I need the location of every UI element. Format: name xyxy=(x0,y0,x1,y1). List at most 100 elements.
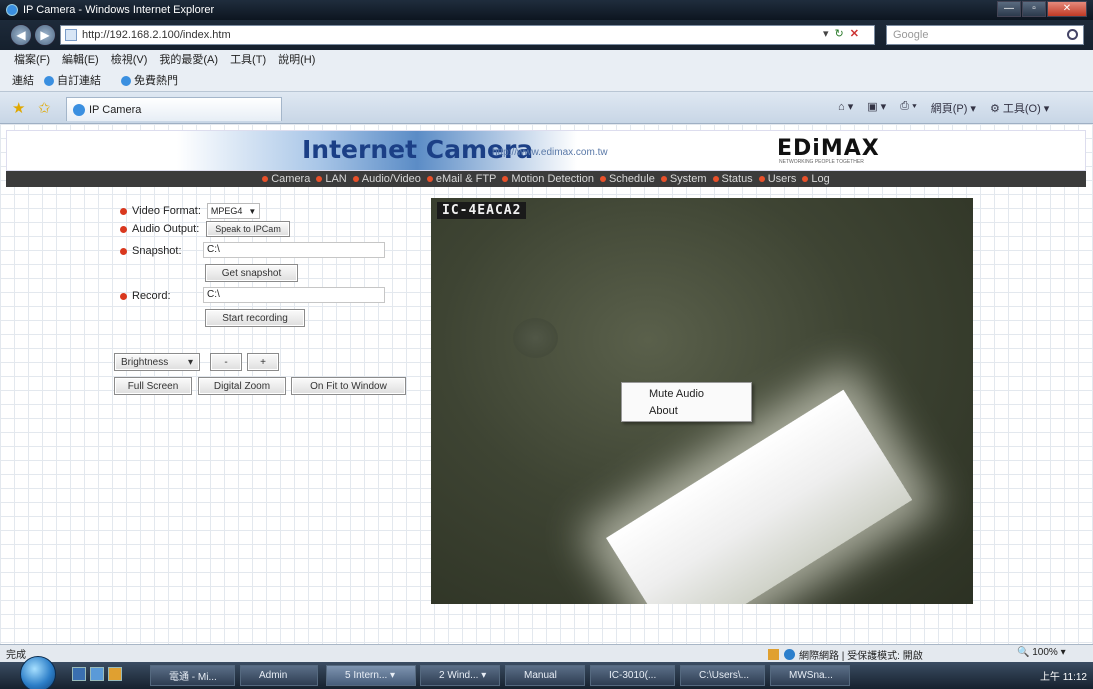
audio-output-row: Audio Output: Speak to IPCam xyxy=(120,221,290,237)
bullet-icon xyxy=(120,207,127,215)
decrease-button[interactable]: - xyxy=(210,353,242,371)
ie-icon xyxy=(6,4,18,16)
favorites-star-icon[interactable]: ★ xyxy=(12,99,25,117)
link-custom[interactable]: 自訂連結 xyxy=(44,72,111,88)
edimax-logo: EDiMAX xyxy=(777,136,880,161)
taskbar-item-admin[interactable]: Admin xyxy=(240,665,318,686)
menu-item-mute-audio[interactable]: Mute Audio xyxy=(622,386,751,403)
bullet-icon xyxy=(120,247,127,255)
main-nav: Camera LAN Audio/Video eMail & FTP Motio… xyxy=(6,171,1086,187)
bullet-icon xyxy=(262,176,269,182)
nav-users[interactable]: Users xyxy=(758,173,796,185)
ie-icon xyxy=(44,75,54,86)
snapshot-path-field[interactable]: C:\ xyxy=(203,242,385,258)
menu-view[interactable]: 檢視(V) xyxy=(111,51,148,67)
minimize-button[interactable]: — xyxy=(997,1,1021,17)
video-format-row: Video Format: MPEG4 ▼ xyxy=(120,203,261,219)
nav-system[interactable]: System xyxy=(660,173,707,185)
menu-favorites[interactable]: 我的最愛(A) xyxy=(159,51,218,67)
taskbar-item-windows[interactable]: 2 Wind... ▾ xyxy=(420,665,500,686)
maximize-button[interactable]: ▫ xyxy=(1022,1,1046,17)
nav-audio-video[interactable]: Audio/Video xyxy=(352,173,421,185)
taskbar-item-ie[interactable]: 5 Intern... ▾ xyxy=(326,665,416,686)
nav-log[interactable]: Log xyxy=(802,173,830,185)
status-text: 完成 xyxy=(6,650,26,661)
taskbar-item-ic3010[interactable]: IC-3010(... xyxy=(590,665,675,686)
fit-to-window-button[interactable]: On Fit to Window xyxy=(291,377,406,395)
forward-button[interactable]: ▶ xyxy=(34,24,56,46)
start-button[interactable] xyxy=(20,656,56,689)
menu-file[interactable]: 檔案(F) xyxy=(14,51,50,67)
taskbar-item-mail[interactable]: 電通 - Mi... xyxy=(150,665,235,686)
speak-to-ipcam-button[interactable]: Speak to IPCam xyxy=(206,221,290,237)
address-tools: ▾ ↻ ✕ xyxy=(823,27,859,40)
link-free[interactable]: 免費熱門 xyxy=(121,72,188,88)
nav-motion-detection[interactable]: Motion Detection xyxy=(502,173,594,185)
bullet-icon xyxy=(712,176,719,182)
quick-launch-icon[interactable] xyxy=(108,667,122,681)
show-desktop-icon[interactable] xyxy=(72,667,86,681)
print-button[interactable]: ⎙ ▾ xyxy=(900,100,916,116)
video-format-select[interactable]: MPEG4 ▼ xyxy=(206,203,261,219)
zoom-level[interactable]: 🔍 100% ▾ xyxy=(1017,647,1066,658)
bullet-icon xyxy=(758,176,765,182)
bullet-icon xyxy=(802,176,809,182)
nav-schedule[interactable]: Schedule xyxy=(599,173,655,185)
digital-zoom-button[interactable]: Digital Zoom xyxy=(198,377,286,395)
nav-email-ftp[interactable]: eMail & FTP xyxy=(426,173,496,185)
address-toolbar: ◀ ▶ http://192.168.2.100/index.htm ▾ ↻ ✕… xyxy=(0,20,1093,50)
page-menu-button[interactable]: 網頁(P) ▾ xyxy=(931,100,976,116)
nav-lan[interactable]: LAN xyxy=(316,173,347,185)
taskbar-item-mwsnap[interactable]: MWSna... xyxy=(770,665,850,686)
audio-output-label: Audio Output: xyxy=(132,223,200,235)
tools-menu-button[interactable]: ⚙ 工具(O) ▾ xyxy=(990,100,1049,116)
menu-item-about[interactable]: About xyxy=(622,403,751,420)
nav-status[interactable]: Status xyxy=(712,173,753,185)
camera-banner: Internet Camera http://www.edimax.com.tw… xyxy=(6,130,1086,171)
search-icon[interactable] xyxy=(1067,29,1078,40)
bullet-icon xyxy=(352,176,359,182)
home-button[interactable]: ⌂ ▾ xyxy=(838,100,853,116)
video-artifact xyxy=(513,318,558,358)
menu-tools[interactable]: 工具(T) xyxy=(230,51,266,67)
bullet-icon xyxy=(316,176,323,182)
banner-url[interactable]: http://www.edimax.com.tw xyxy=(492,147,608,158)
menu-bar: 檔案(F) 編輯(E) 檢視(V) 我的最愛(A) 工具(T) 說明(H) xyxy=(0,50,1093,68)
clock[interactable]: 上午 11:12 xyxy=(1040,668,1087,683)
tab-label: IP Camera xyxy=(89,103,142,116)
status-bar: 完成 網際網路 | 受保護模式: 開啟 🔍 100% ▾ xyxy=(0,644,1093,662)
bullet-icon xyxy=(599,176,606,182)
zone-text: 網際網路 | 受保護模式: 開啟 xyxy=(799,651,923,662)
security-zone[interactable]: 網際網路 | 受保護模式: 開啟 xyxy=(768,647,923,662)
add-favorite-icon[interactable]: ✩ xyxy=(38,99,51,117)
ie-icon xyxy=(121,75,131,86)
full-screen-button[interactable]: Full Screen xyxy=(114,377,192,395)
stop-icon[interactable]: ✕ xyxy=(850,27,859,40)
refresh-icon[interactable]: ↻ xyxy=(835,27,844,40)
chevron-down-icon: ▼ xyxy=(248,206,257,216)
video-format-label: Video Format: xyxy=(132,205,201,217)
address-field[interactable]: http://192.168.2.100/index.htm xyxy=(60,25,875,45)
get-snapshot-button[interactable]: Get snapshot xyxy=(205,264,298,282)
window-title-bar: IP Camera - Windows Internet Explorer — … xyxy=(0,0,1093,20)
tab-ip-camera[interactable]: IP Camera xyxy=(66,97,282,121)
back-button[interactable]: ◀ xyxy=(10,24,32,46)
increase-button[interactable]: + xyxy=(247,353,279,371)
taskbar-item-cmd[interactable]: C:\Users\... xyxy=(680,665,765,686)
menu-help[interactable]: 說明(H) xyxy=(278,51,315,67)
start-recording-button[interactable]: Start recording xyxy=(205,309,305,327)
bullet-icon xyxy=(120,292,127,300)
close-button[interactable]: ✕ xyxy=(1047,1,1087,17)
feeds-button[interactable]: ▣ ▾ xyxy=(867,100,886,116)
globe-icon xyxy=(784,649,795,660)
nav-camera[interactable]: Camera xyxy=(262,173,310,185)
tab-bar: ★ ✩ IP Camera ⌂ ▾ ▣ ▾ ⎙ ▾ 網頁(P) ▾ ⚙ 工具(O… xyxy=(0,92,1093,124)
record-path-field[interactable]: C:\ xyxy=(203,287,385,303)
quick-launch-icon[interactable] xyxy=(90,667,104,681)
dropdown-icon[interactable]: ▾ xyxy=(823,27,829,40)
adjust-select[interactable]: Brightness ▾ xyxy=(114,353,200,371)
taskbar-item-manual[interactable]: Manual xyxy=(505,665,585,686)
bullet-icon xyxy=(426,176,433,182)
menu-edit[interactable]: 編輯(E) xyxy=(62,51,99,67)
search-input[interactable]: Google xyxy=(886,25,1084,45)
